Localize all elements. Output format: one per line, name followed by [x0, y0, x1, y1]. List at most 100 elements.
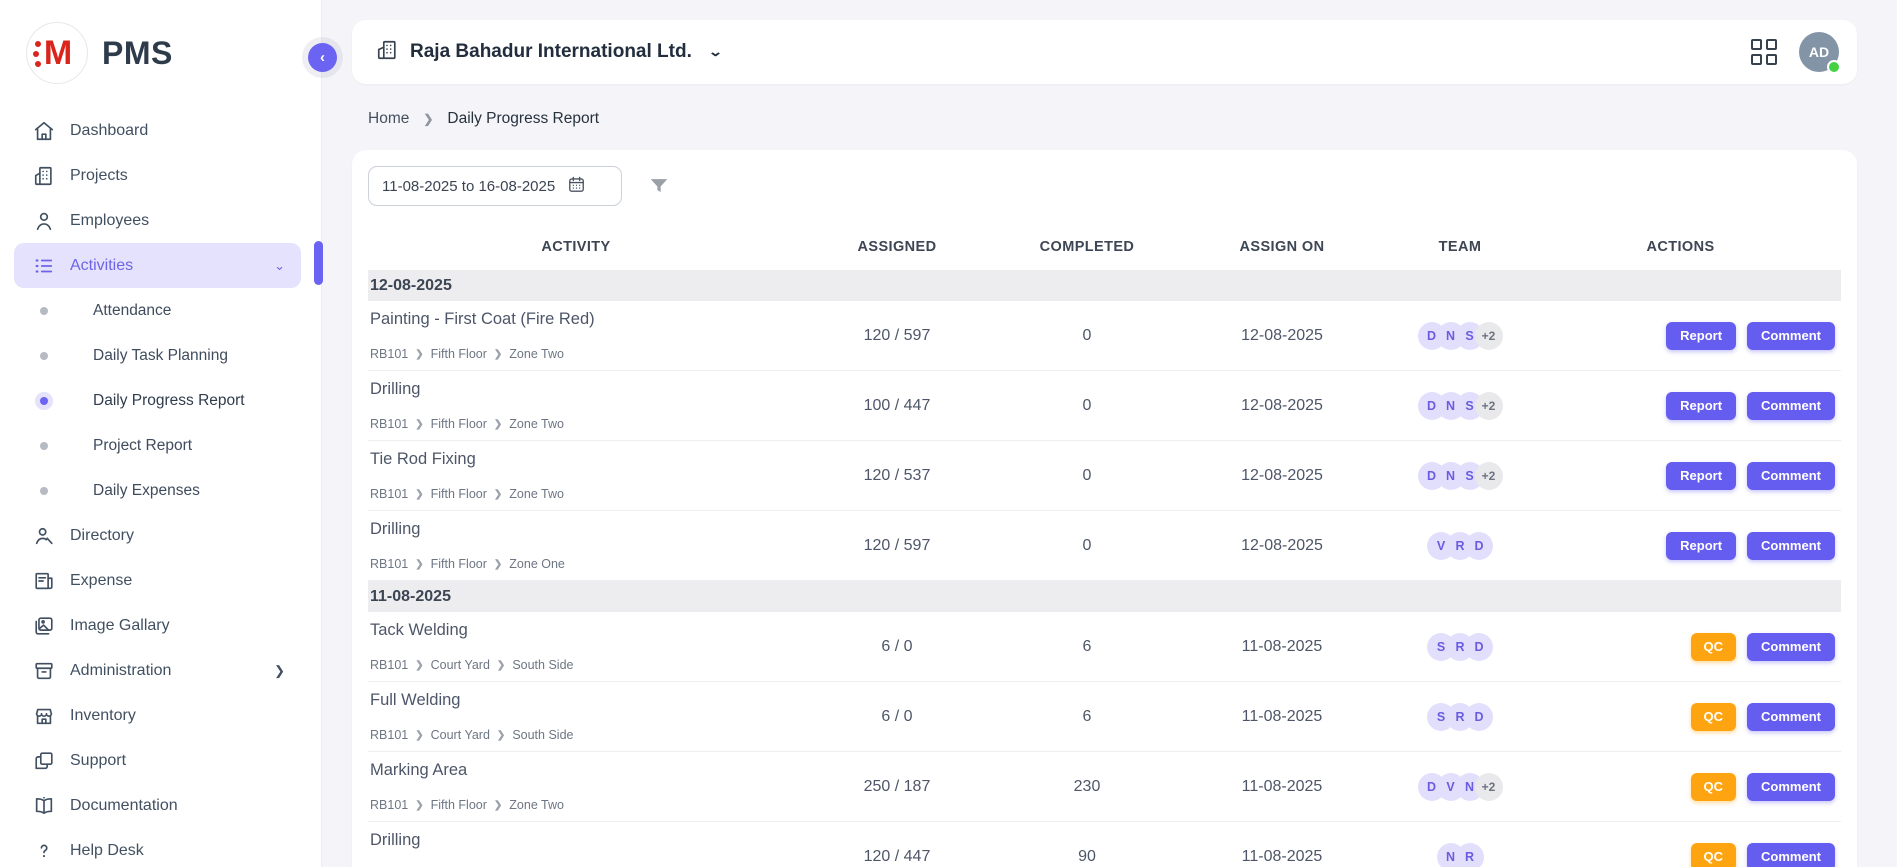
column-header-completed: Completed [1010, 239, 1164, 255]
qc-button[interactable]: QC [1691, 843, 1737, 867]
company-selector[interactable]: Raja Bahadur International Ltd. ⌄ [376, 39, 721, 66]
report-button[interactable]: Report [1666, 322, 1736, 350]
sidebar-item-label: Projects [70, 167, 128, 185]
team-overflow-badge[interactable]: +2 [1475, 773, 1503, 801]
comment-button[interactable]: Comment [1747, 532, 1835, 560]
image-icon [33, 615, 55, 637]
sidebar-item-label: Dashboard [70, 122, 148, 140]
chevron-right-icon: ❯ [415, 559, 423, 570]
completed-value: 6 [1010, 638, 1164, 656]
user-avatar[interactable]: AD [1799, 32, 1839, 72]
sidebar-item-administration[interactable]: Administration❯ [14, 648, 301, 693]
sidebar-subitem-daily-task-planning[interactable]: Daily Task Planning [0, 333, 321, 378]
team-overflow-badge[interactable]: +2 [1475, 392, 1503, 420]
activity-title: Drilling [370, 831, 778, 850]
completed-value: 0 [1010, 397, 1164, 415]
bullet-dot-icon [40, 487, 48, 495]
location-segment: RB101 [370, 798, 408, 812]
comment-button[interactable]: Comment [1747, 322, 1835, 350]
location-segment: South Side [512, 728, 573, 742]
report-button[interactable]: Report [1666, 392, 1736, 420]
sidebar-subitem-daily-progress-report[interactable]: Daily Progress Report [0, 378, 321, 423]
sidebar-collapse-button[interactable]: ‹ [308, 43, 337, 72]
completed-value: 0 [1010, 327, 1164, 345]
active-section-indicator [314, 241, 323, 285]
assigned-value: 100 / 447 [784, 397, 1010, 415]
assigned-value: 120 / 537 [784, 467, 1010, 485]
chevron-right-icon: ❯ [415, 419, 423, 430]
activity-cell: Marking AreaRB101❯Fifth Floor❯Zone Two [368, 752, 784, 821]
qc-button[interactable]: QC [1691, 703, 1737, 731]
sidebar-item-help-desk[interactable]: Help Desk [14, 828, 301, 867]
daily-progress-report-panel: 11-08-2025 to 16-08-2025 ActivityAssigne… [352, 150, 1857, 867]
sidebar-subitem-label: Daily Progress Report [93, 392, 245, 410]
sidebar-item-projects[interactable]: Projects [14, 153, 301, 198]
app-logo: M PMS [0, 0, 321, 98]
office-building-icon [376, 39, 398, 66]
sidebar-item-documentation[interactable]: Documentation [14, 783, 301, 828]
qc-button[interactable]: QC [1691, 633, 1737, 661]
comment-button[interactable]: Comment [1747, 703, 1835, 731]
activity-cell: Tie Rod FixingRB101❯Fifth Floor❯Zone Two [368, 441, 784, 510]
column-header-team: Team [1400, 239, 1520, 255]
chevron-right-icon: ❯ [497, 730, 505, 741]
sidebar-item-support[interactable]: Support [14, 738, 301, 783]
report-button[interactable]: Report [1666, 462, 1736, 490]
apps-grid-icon[interactable] [1751, 39, 1777, 65]
date-range-input[interactable]: 11-08-2025 to 16-08-2025 [368, 166, 622, 206]
comment-button[interactable]: Comment [1747, 392, 1835, 420]
sidebar-item-employees[interactable]: Employees [14, 198, 301, 243]
sidebar-subitem-project-report[interactable]: Project Report [0, 423, 321, 468]
sidebar-item-dashboard[interactable]: Dashboard [14, 108, 301, 153]
report-button[interactable]: Report [1666, 532, 1736, 560]
activity-title: Painting - First Coat (Fire Red) [370, 310, 778, 329]
table-body: 12-08-2025 Painting - First Coat (Fire Re… [368, 270, 1841, 867]
column-header-actions: Actions [1520, 239, 1841, 255]
comment-button[interactable]: Comment [1747, 773, 1835, 801]
home-icon [33, 120, 55, 142]
chevron-right-icon: ❯ [497, 660, 505, 671]
comment-button[interactable]: Comment [1747, 462, 1835, 490]
qc-button[interactable]: QC [1691, 773, 1737, 801]
actions-cell: QC Comment [1520, 703, 1841, 731]
activity-cell: DrillingRB101❯Fifth Floor❯Zone Two [368, 371, 784, 440]
assign-on-date: 12-08-2025 [1164, 327, 1400, 345]
sidebar-subitem-attendance[interactable]: Attendance [0, 288, 321, 333]
actions-cell: Report Comment [1520, 532, 1841, 560]
chevron-right-icon: ❯ [415, 730, 423, 741]
sidebar: M PMS Dashboard Projects EmployeesActiviti… [0, 0, 322, 867]
sidebar-item-label: Support [70, 752, 126, 770]
sidebar-item-directory[interactable]: Directory [14, 513, 301, 558]
team-avatars: DNS+2 [1400, 462, 1520, 490]
team-overflow-badge[interactable]: +2 [1475, 322, 1503, 350]
location-segment: Zone Two [509, 487, 564, 501]
assign-on-date: 11-08-2025 [1164, 638, 1400, 656]
sidebar-subitem-label: Daily Task Planning [93, 347, 228, 365]
sidebar-item-inventory[interactable]: Inventory [14, 693, 301, 738]
activity-cell: Full WeldingRB101❯Court Yard❯South Side [368, 682, 784, 751]
table-row: DrillingRB101❯Fifth Floor❯Zone One120 / … [368, 511, 1841, 581]
breadcrumb-home[interactable]: Home [368, 110, 409, 128]
sidebar-item-label: Directory [70, 527, 134, 545]
completed-value: 90 [1010, 848, 1164, 866]
chevron-right-icon: ❯ [415, 660, 423, 671]
sidebar-subitem-daily-expenses[interactable]: Daily Expenses [0, 468, 321, 513]
sidebar-subitem-label: Attendance [93, 302, 171, 320]
assigned-value: 6 / 0 [784, 638, 1010, 656]
company-name: Raja Bahadur International Ltd. [410, 41, 692, 63]
activity-location: RB101❯Fifth Floor❯Zone Two [370, 347, 778, 361]
location-segment: RB101 [370, 658, 408, 672]
table-row: Tack WeldingRB101❯Court Yard❯South Side6… [368, 612, 1841, 682]
sidebar-item-image-gallary[interactable]: Image Gallary [14, 603, 301, 648]
team-overflow-badge[interactable]: +2 [1475, 462, 1503, 490]
chevron-right-icon: ❯ [415, 800, 423, 811]
filter-icon[interactable] [648, 175, 670, 197]
activity-title: Tie Rod Fixing [370, 450, 778, 469]
assign-on-date: 12-08-2025 [1164, 467, 1400, 485]
team-avatar: D [1465, 703, 1493, 731]
sidebar-item-activities[interactable]: Activities⌄ [14, 243, 301, 288]
completed-value: 6 [1010, 708, 1164, 726]
sidebar-item-expense[interactable]: Expense [14, 558, 301, 603]
comment-button[interactable]: Comment [1747, 633, 1835, 661]
comment-button[interactable]: Comment [1747, 843, 1835, 867]
